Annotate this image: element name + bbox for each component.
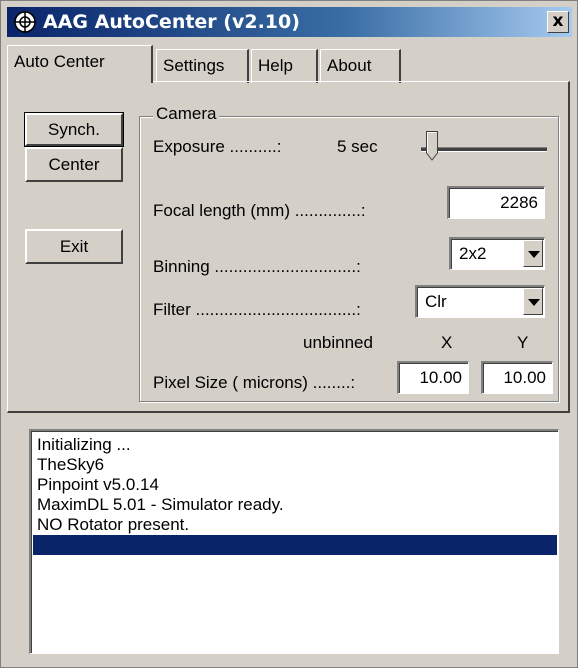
binning-label: Binning ..............................:	[153, 257, 361, 276]
pixel-size-y-input[interactable]: 10.00	[481, 361, 553, 394]
tab-settings[interactable]: Settings	[156, 49, 249, 83]
binning-select[interactable]: 2x2	[449, 237, 545, 270]
focal-length-label: Focal length (mm) ..............:	[153, 201, 366, 220]
camera-group-title: Camera	[153, 104, 220, 124]
filter-label: Filter .................................…	[153, 300, 361, 319]
center-button[interactable]: Center	[25, 147, 123, 182]
close-icon: x	[552, 11, 564, 31]
exposure-label: Exposure ..........:	[153, 137, 282, 156]
pixel-size-label: Pixel Size ( microns) ........:	[153, 373, 356, 392]
chevron-down-icon[interactable]	[523, 240, 543, 267]
chevron-down-icon[interactable]	[523, 288, 543, 315]
pixel-x-header: X	[441, 333, 453, 352]
title-bar[interactable]: AAG AutoCenter (v2.10) x	[7, 7, 572, 37]
close-button[interactable]: x	[547, 11, 569, 33]
window-title: AAG AutoCenter (v2.10)	[43, 11, 300, 33]
tab-auto-center[interactable]: Auto Center	[7, 45, 153, 83]
unbinned-label: unbinned	[303, 333, 373, 352]
focal-length-input[interactable]: 2286	[447, 186, 545, 219]
pixel-size-x-input[interactable]: 10.00	[397, 361, 469, 394]
exit-button[interactable]: Exit	[25, 229, 123, 264]
exposure-slider-thumb[interactable]	[426, 131, 438, 161]
log-line-selected[interactable]	[33, 535, 557, 555]
exposure-slider-track[interactable]	[421, 147, 547, 152]
pixel-y-header: Y	[517, 333, 529, 352]
crosshair-globe-icon	[14, 11, 36, 33]
filter-select[interactable]: Clr	[415, 285, 545, 318]
tab-help[interactable]: Help	[251, 49, 318, 83]
status-log-list[interactable]: Initializing ... TheSky6 Pinpoint v5.0.1…	[29, 429, 559, 654]
log-line[interactable]: TheSky6	[33, 455, 557, 475]
tab-about[interactable]: About	[320, 49, 401, 83]
exposure-value: 5 sec	[337, 137, 378, 156]
log-line[interactable]: NO Rotator present.	[33, 515, 557, 535]
app-window: AAG AutoCenter (v2.10) x Auto Center Set…	[0, 0, 578, 668]
log-line[interactable]: MaximDL 5.01 - Simulator ready.	[33, 495, 557, 515]
log-line[interactable]: Initializing ...	[33, 435, 557, 455]
synch-button[interactable]: Synch.	[24, 112, 124, 147]
log-line[interactable]: Pinpoint v5.0.14	[33, 475, 557, 495]
